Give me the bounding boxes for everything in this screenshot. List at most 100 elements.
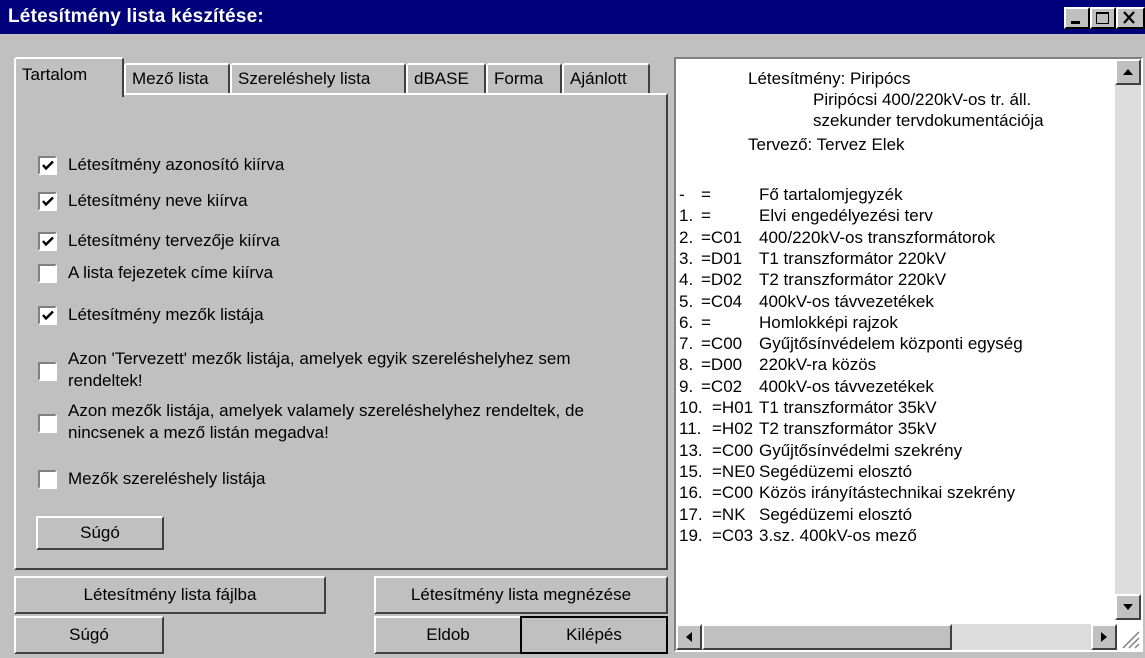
- row-title: Homlokképi rajzok: [759, 312, 898, 332]
- arrow-right-icon: [1101, 632, 1107, 642]
- scroll-left-button[interactable]: [676, 624, 702, 650]
- window-title: Létesítmény lista készítése:: [8, 6, 264, 27]
- row-number: 19.: [679, 525, 703, 545]
- option-tervezett-mezok-checkbox[interactable]: Azon 'Tervezett' mezők listája, amelyek …: [38, 348, 571, 392]
- row-title: 400kV-os távvezetékek: [759, 376, 934, 396]
- preview-list-button[interactable]: Létesítmény lista megnézése: [374, 576, 668, 614]
- arrow-left-icon: [686, 632, 692, 642]
- tab-mezo-lista[interactable]: Mező lista: [124, 63, 230, 95]
- option-fejezetek-checkbox[interactable]: A lista fejezetek címe kiírva: [38, 262, 273, 284]
- checkmark-icon: [42, 236, 54, 247]
- tab-tartalom[interactable]: Tartalom: [14, 57, 124, 97]
- row-title: 220kV-ra közös: [759, 355, 877, 375]
- row-code: =D02: [701, 270, 743, 290]
- checkmark-icon: [42, 196, 54, 207]
- tab-panel-tartalom: Létesítmény azonosító kiírva Létesítmény…: [14, 93, 668, 570]
- checkbox-box: [38, 470, 57, 489]
- option-label: Létesítmény azonosító kiírva: [68, 155, 285, 174]
- row-code: =C01: [701, 227, 743, 247]
- row-code: =NE0: [712, 461, 755, 481]
- resize-grip-icon[interactable]: [1115, 624, 1141, 650]
- row-number: 8.: [679, 355, 694, 375]
- row-title: Segédüzemi elosztó: [759, 504, 913, 524]
- row-number: 2.: [679, 227, 694, 247]
- option-label: Létesítmény mezők listája: [68, 305, 264, 324]
- row-code: =: [701, 206, 711, 226]
- row-code: =C00: [712, 440, 754, 460]
- option-label-line1: Azon mezők listája, amelyek valamely sze…: [68, 401, 584, 420]
- row-number: 15.: [679, 461, 703, 481]
- preview-facility-line: Létesítmény: Piripócs: [748, 69, 911, 88]
- checkbox-box: [38, 264, 57, 283]
- option-label: Létesítmény tervezője kiírva: [68, 231, 280, 250]
- option-label-line2: nincsenek a mező listán megadva!: [68, 423, 329, 442]
- option-neve-checkbox[interactable]: Létesítmény neve kiírva: [38, 190, 248, 212]
- close-icon: [1123, 11, 1135, 24]
- row-title: T2 transzformátor 35kV: [759, 419, 937, 439]
- tab-szereleshely-lista[interactable]: Szereléshely lista: [230, 63, 406, 95]
- scroll-down-button[interactable]: [1115, 594, 1141, 620]
- option-label: Azon 'Tervezett' mezők listája, amelyek …: [68, 348, 571, 392]
- row-title: Elvi engedélyezési terv: [759, 206, 933, 226]
- row-code: =C00: [701, 334, 743, 354]
- preview-listbox[interactable]: Létesítmény: Piripócs Piripócsi 400/220k…: [674, 57, 1143, 652]
- row-title: T1 transzformátor 35kV: [759, 398, 937, 417]
- horizontal-scroll-thumb[interactable]: [702, 624, 952, 650]
- option-szereleshely-lista-checkbox[interactable]: Mezők szereléshely listája: [38, 468, 265, 490]
- option-mezok-listaja-checkbox[interactable]: Létesítmény mezők listája: [38, 304, 264, 326]
- row-code: =H01: [712, 398, 754, 417]
- panel-help-button[interactable]: Súgó: [36, 516, 164, 550]
- tab-forma[interactable]: Forma: [486, 63, 562, 95]
- tab-strip: Tartalom Mező lista Szereléshely lista d…: [14, 57, 674, 97]
- row-number: 16.: [679, 483, 703, 503]
- row-title: 400/220kV-os transzformátorok: [759, 227, 996, 247]
- exit-button[interactable]: Kilépés: [520, 616, 668, 654]
- maximize-button[interactable]: [1090, 7, 1116, 29]
- maximize-icon: [1096, 12, 1109, 24]
- tab-dbase[interactable]: dBASE: [406, 63, 486, 95]
- option-tervezoje-checkbox[interactable]: Létesítmény tervezője kiírva: [38, 230, 280, 252]
- row-number: -: [679, 185, 685, 204]
- row-number: 5.: [679, 291, 694, 311]
- title-bar: Létesítmény lista készítése:: [0, 0, 1145, 36]
- checkbox-box: [38, 232, 57, 251]
- row-number: 11.: [679, 419, 702, 439]
- scroll-up-button[interactable]: [1115, 59, 1141, 85]
- scroll-right-button[interactable]: [1091, 624, 1117, 650]
- checkbox-box: [38, 306, 57, 325]
- checkbox-box: [38, 414, 57, 433]
- help-button[interactable]: Súgó: [14, 616, 164, 654]
- preview-facility-desc-line: szekunder tervdokumentációja: [813, 111, 1044, 130]
- minimize-button[interactable]: [1064, 7, 1090, 29]
- option-nem-megadott-mezok-checkbox[interactable]: Azon mezők listája, amelyek valamely sze…: [38, 400, 584, 444]
- option-azonosito-checkbox[interactable]: Létesítmény azonosító kiírva: [38, 154, 284, 176]
- checkbox-box: [38, 362, 57, 381]
- row-number: 1.: [679, 206, 694, 226]
- vertical-scrollbar[interactable]: [1115, 59, 1141, 620]
- row-number: 7.: [679, 334, 694, 354]
- row-title: Gyűjtősínvédelem központi egység: [759, 334, 1023, 354]
- row-title: T2 transzformátor 220kV: [759, 270, 947, 290]
- preview-facility-name-line: Piripócsi 400/220kV-os tr. áll.: [813, 90, 1032, 109]
- tab-ajanlott[interactable]: Ajánlott: [562, 63, 650, 95]
- preview-designer-line: Tervező: Tervez Elek: [748, 135, 905, 154]
- option-label: A lista fejezetek címe kiírva: [68, 263, 274, 282]
- list-to-file-button[interactable]: Létesítmény lista fájlba: [14, 576, 326, 614]
- row-code: =C04: [701, 291, 743, 311]
- minimize-icon: [1071, 21, 1080, 24]
- arrow-up-icon: [1123, 69, 1133, 75]
- discard-button[interactable]: Eldob: [374, 616, 522, 654]
- option-label: Létesítmény neve kiírva: [68, 191, 248, 210]
- row-code: =: [701, 312, 711, 332]
- horizontal-scrollbar[interactable]: [676, 624, 1117, 650]
- row-title: 3.sz. 400kV-os mező: [759, 525, 917, 545]
- row-code: =C00: [712, 483, 754, 503]
- close-button[interactable]: [1116, 7, 1145, 29]
- row-title: Gyűjtősínvédelmi szekrény: [759, 440, 963, 460]
- row-number: 4.: [679, 270, 694, 290]
- row-title: T1 transzformátor 220kV: [759, 248, 947, 268]
- option-label-line2: rendeltek!: [68, 371, 143, 390]
- option-label: Azon mezők listája, amelyek valamely sze…: [68, 400, 584, 444]
- arrow-down-icon: [1123, 604, 1133, 610]
- row-code: =D00: [701, 355, 743, 375]
